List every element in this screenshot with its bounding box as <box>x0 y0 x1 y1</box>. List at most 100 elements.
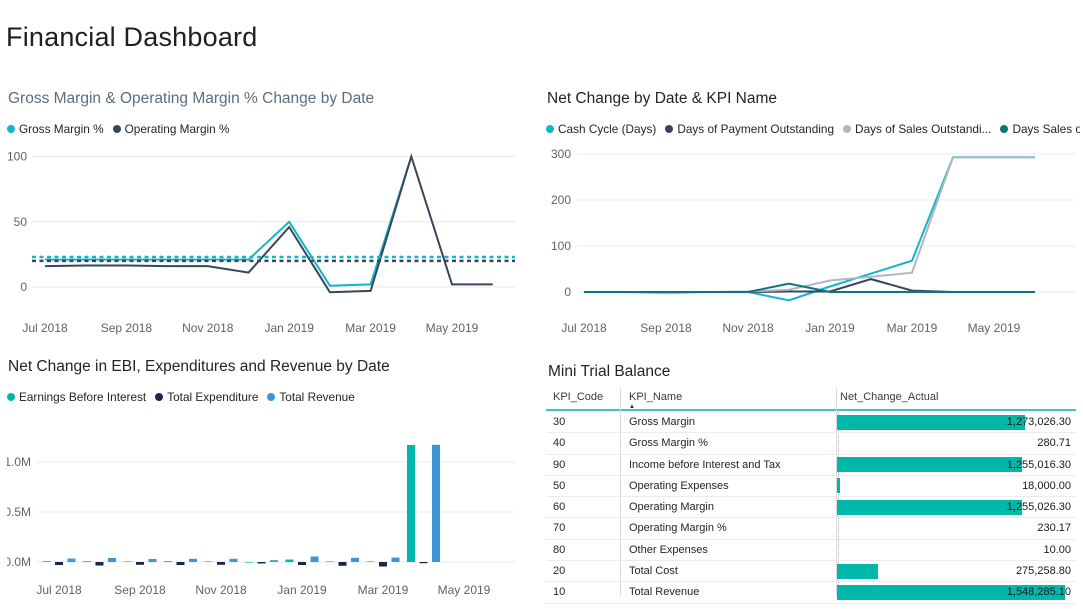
legend-label: Cash Cycle (Days) <box>558 122 656 136</box>
legend-label: Total Expenditure <box>167 390 258 404</box>
legend-item[interactable]: Total Revenue <box>267 390 354 404</box>
bar[interactable] <box>124 561 132 562</box>
legend-dot-icon <box>155 393 163 401</box>
margin-line-plot[interactable]: 050100Jul 2018Sep 2018Nov 2018Jan 2019Ma… <box>7 145 537 345</box>
cell-net-change: 18,000.00 <box>837 476 1071 496</box>
bar[interactable] <box>205 561 213 562</box>
bar[interactable] <box>351 558 359 562</box>
legend-item[interactable]: Earnings Before Interest <box>7 390 146 404</box>
x-axis-tick: Nov 2018 <box>722 321 774 335</box>
table-row[interactable]: 30Gross Margin1,273,026.30 <box>546 412 1076 433</box>
legend-item[interactable]: Days Sales of Inve... <box>1000 122 1080 136</box>
y-axis-tick: 50 <box>14 215 28 229</box>
bar[interactable] <box>189 559 197 562</box>
legend-label: Gross Margin % <box>19 122 104 136</box>
cell-net-change: 230.17 <box>837 518 1071 538</box>
data-bar <box>837 500 1022 515</box>
bar[interactable] <box>68 559 76 563</box>
bar[interactable] <box>164 561 172 562</box>
visual-kpi-line-chart: Net Change by Date & KPI Name Cash Cycle… <box>546 90 1080 348</box>
x-axis-tick: Mar 2019 <box>358 583 409 597</box>
line-series[interactable] <box>584 157 1035 300</box>
ebi-bar-plot[interactable]: 0.0M0.5M1.0MJul 2018Sep 2018Nov 2018Jan … <box>7 417 537 607</box>
legend-label: Earnings Before Interest <box>19 390 146 404</box>
cell-kpi-name: Other Expenses <box>629 540 708 560</box>
bar[interactable] <box>43 561 51 562</box>
cell-kpi-code: 10 <box>553 582 565 602</box>
x-axis-tick: Nov 2018 <box>182 321 234 335</box>
bar[interactable] <box>420 562 428 563</box>
table-header: KPI_Code KPI_Name Net_Change_Actual ▲ <box>546 388 1076 408</box>
legend-item[interactable]: Cash Cycle (Days) <box>546 122 656 136</box>
x-axis-tick: Mar 2019 <box>345 321 396 335</box>
x-axis-tick: Jan 2019 <box>277 583 327 597</box>
table-row[interactable]: 20Total Cost275,258.80 <box>546 561 1076 582</box>
legend-item[interactable]: Days of Payment Outstanding <box>665 122 834 136</box>
y-axis-tick: 1.0M <box>7 455 31 469</box>
bar[interactable] <box>432 445 440 562</box>
visual-trial-balance-table: Mini Trial Balance KPI_Code KPI_Name Net… <box>546 358 1080 606</box>
bar[interactable] <box>177 562 185 565</box>
table-row[interactable]: 60Operating Margin1,255,026.30 <box>546 497 1076 518</box>
bar[interactable] <box>407 445 415 562</box>
table-row[interactable]: 10Total Revenue1,548,285.10 <box>546 582 1076 603</box>
bar[interactable] <box>96 562 104 566</box>
table-row[interactable]: 40Gross Margin %280.71 <box>546 433 1076 454</box>
dashboard-canvas: Financial Dashboard Gross Margin & Opera… <box>0 0 1083 609</box>
bar[interactable] <box>217 562 225 565</box>
legend-dot-icon <box>113 125 121 133</box>
column-header-kpi-code[interactable]: KPI_Code <box>553 391 603 403</box>
bar[interactable] <box>392 558 400 563</box>
cell-value-text: 1,548,285.10 <box>1007 582 1071 602</box>
cell-kpi-name: Gross Margin <box>629 412 695 432</box>
line-series[interactable] <box>584 157 1035 293</box>
header-accent-rule <box>546 409 1076 411</box>
line-series[interactable] <box>45 157 493 293</box>
bar[interactable] <box>311 557 319 563</box>
x-axis-tick: Jul 2018 <box>36 583 82 597</box>
data-bar <box>837 564 878 579</box>
cell-kpi-code: 80 <box>553 540 565 560</box>
kpi-line-plot[interactable]: 0100200300Jul 2018Sep 2018Nov 2018Jan 20… <box>546 145 1080 345</box>
table-row[interactable]: 50Operating Expenses18,000.00 <box>546 476 1076 497</box>
bar[interactable] <box>298 562 306 565</box>
bar[interactable] <box>367 561 375 562</box>
column-header-net-change[interactable]: Net_Change_Actual <box>840 391 938 403</box>
cell-value-text: 18,000.00 <box>1022 476 1071 496</box>
bar[interactable] <box>245 562 253 563</box>
legend-dot-icon <box>7 125 15 133</box>
bar[interactable] <box>136 562 144 565</box>
legend-dot-icon <box>7 393 15 401</box>
x-axis-tick: Sep 2018 <box>640 321 692 335</box>
bar[interactable] <box>108 558 116 562</box>
legend-item[interactable]: Gross Margin % <box>7 122 104 136</box>
bar[interactable] <box>230 559 238 562</box>
bar[interactable] <box>286 560 294 563</box>
x-axis-tick: Jul 2018 <box>22 321 68 335</box>
table-row[interactable]: 90Income before Interest and Tax1,255,01… <box>546 455 1076 476</box>
cell-value-text: 275,258.80 <box>1016 561 1071 581</box>
legend-item[interactable]: Operating Margin % <box>113 122 230 136</box>
cell-kpi-code: 50 <box>553 476 565 496</box>
bar[interactable] <box>149 559 157 562</box>
bar[interactable] <box>379 562 387 567</box>
bar[interactable] <box>339 562 347 566</box>
bar[interactable] <box>270 560 278 562</box>
legend-item[interactable]: Total Expenditure <box>155 390 258 404</box>
bar[interactable] <box>55 562 63 565</box>
cell-net-change: 10.00 <box>837 540 1071 560</box>
x-axis-tick: Sep 2018 <box>101 321 153 335</box>
chart-legend: Gross Margin % Operating Margin % <box>7 121 537 137</box>
bar[interactable] <box>83 561 91 562</box>
cell-kpi-code: 90 <box>553 455 565 475</box>
table-row[interactable]: 70Operating Margin %230.17 <box>546 518 1076 539</box>
bar[interactable] <box>258 562 266 564</box>
bar[interactable] <box>326 561 334 562</box>
column-header-kpi-name[interactable]: KPI_Name <box>629 391 682 403</box>
y-axis-tick: 300 <box>551 147 571 161</box>
table-row[interactable]: 80 Other Expenses 10.00 <box>546 540 1076 561</box>
legend-label: Operating Margin % <box>125 122 230 136</box>
y-axis-tick: 100 <box>551 239 571 253</box>
legend-dot-icon <box>1000 125 1008 133</box>
legend-item[interactable]: Days of Sales Outstandi... <box>843 122 991 136</box>
